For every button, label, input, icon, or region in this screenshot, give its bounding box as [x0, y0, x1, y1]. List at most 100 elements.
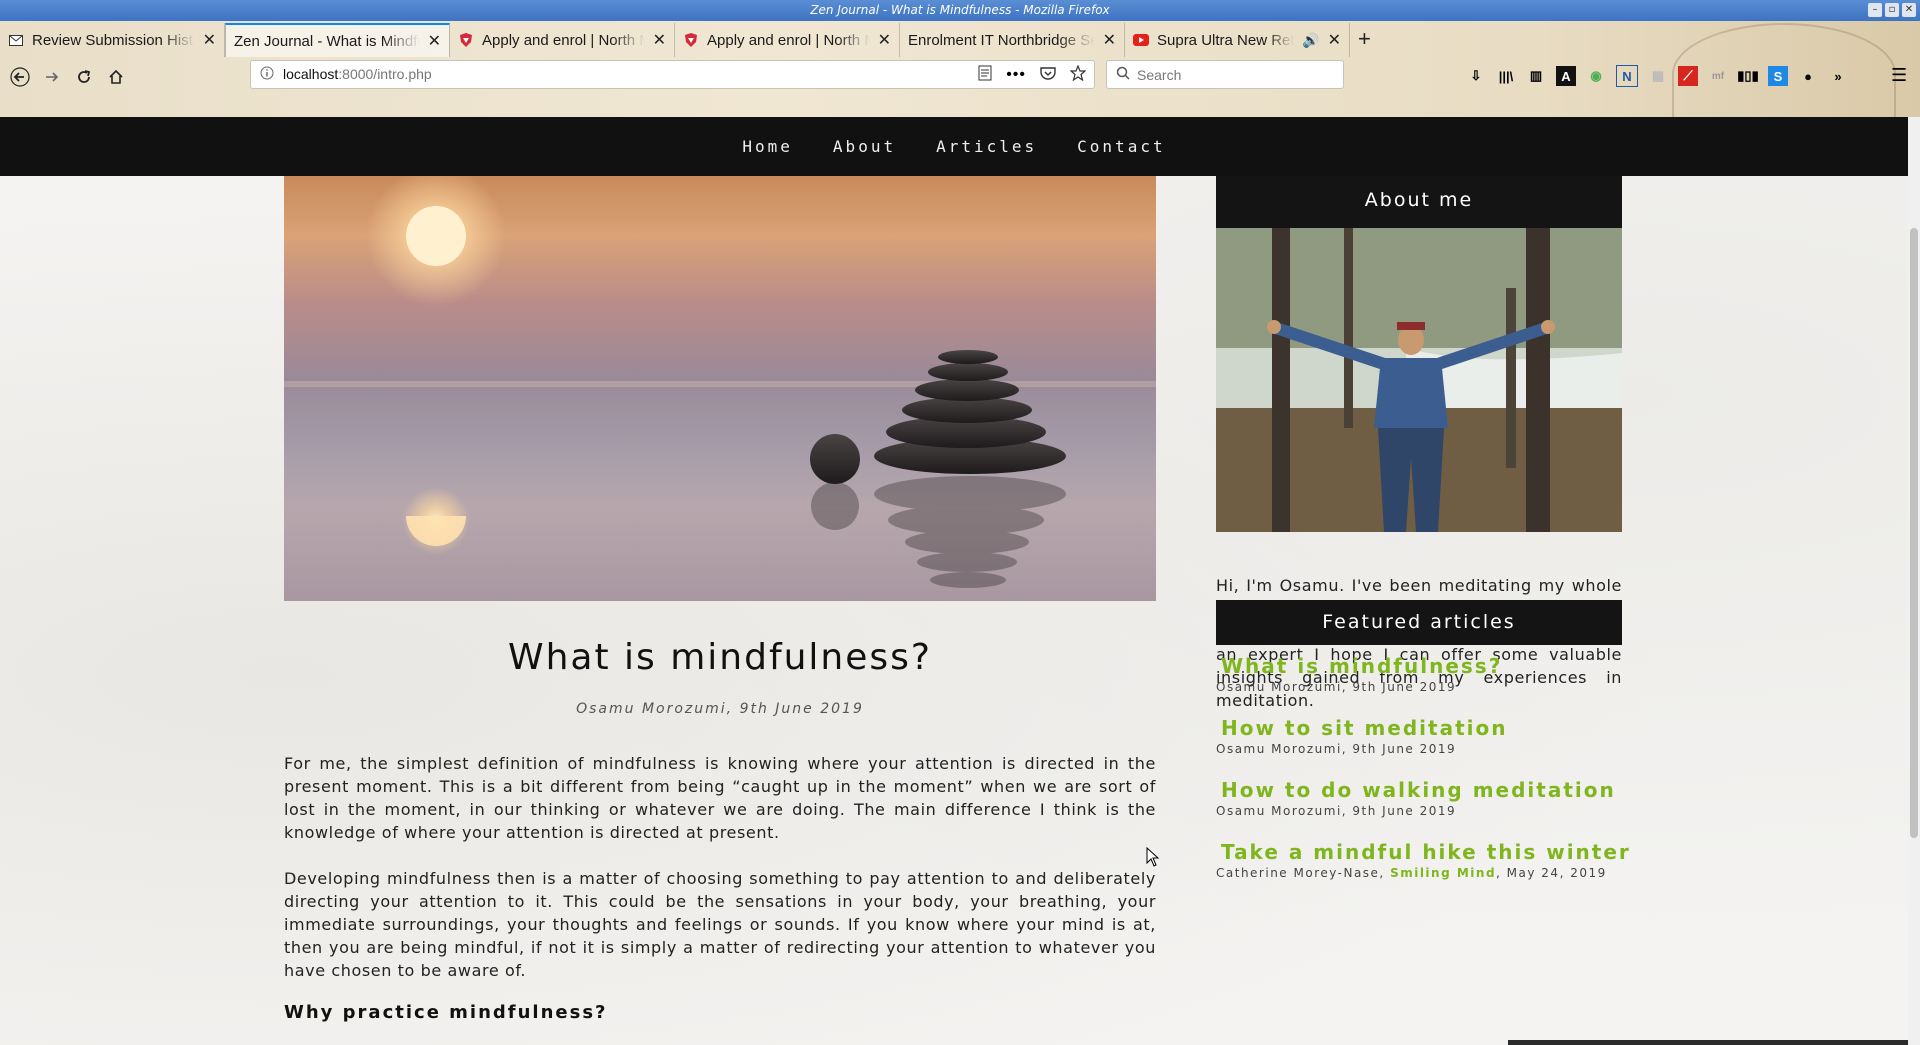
tab-label: Apply and enrol | North M	[482, 31, 645, 49]
featured-article-item: How to do walking meditation Osamu Moroz…	[1216, 778, 1636, 818]
bookmark-star-icon[interactable]	[1069, 64, 1087, 84]
tab-supra-ultra[interactable]: Supra Ultra New Retro 🔊 ✕	[1125, 23, 1350, 57]
scrollbar-thumb[interactable]	[1910, 228, 1918, 838]
tab-review-submission[interactable]: Review Submission Hist ✕	[0, 23, 225, 57]
search-placeholder: Search	[1137, 67, 1182, 83]
red-extension-icon[interactable]: ⟋	[1678, 66, 1698, 86]
close-tab-icon[interactable]: ✕	[1103, 30, 1116, 50]
nav-articles[interactable]: Articles	[936, 137, 1037, 156]
downloads-icon[interactable]: ⇩	[1466, 66, 1486, 86]
reader-view-icon[interactable]	[978, 65, 992, 84]
meta-author: Catherine Morey-Nase,	[1216, 866, 1391, 880]
forward-button[interactable]	[38, 63, 66, 91]
library-icon[interactable]: |||\	[1496, 66, 1516, 86]
horizontal-scroll-indicator	[1508, 1040, 1908, 1045]
hero-image-zen-stones	[284, 176, 1156, 601]
tab-apply-enrol-1[interactable]: Apply and enrol | North M ✕	[450, 23, 675, 57]
featured-article-link[interactable]: Take a mindful hike this winter	[1216, 840, 1636, 864]
mail-icon	[8, 32, 24, 48]
s-extension-icon[interactable]: S	[1768, 66, 1788, 86]
grid-extension-icon[interactable]: ▦	[1648, 66, 1668, 86]
meta-source-link[interactable]: Smiling Mind	[1390, 866, 1496, 880]
author-photo	[1216, 228, 1622, 532]
search-bar[interactable]: Search	[1106, 60, 1344, 89]
close-tab-icon[interactable]: ✕	[1328, 30, 1341, 50]
article-title: What is mindfulness?	[507, 637, 933, 678]
search-icon	[1116, 66, 1130, 83]
reload-button[interactable]	[70, 63, 98, 91]
back-button[interactable]	[6, 63, 34, 91]
reload-icon	[78, 70, 91, 83]
shield-icon	[458, 32, 474, 48]
mouse-cursor-icon	[1146, 847, 1160, 867]
close-tab-icon[interactable]: ✕	[878, 30, 891, 50]
article-byline: Osamu Morozumi, 9th June 2019	[576, 701, 864, 717]
featured-article-item: What is mindfulness? Osamu Morozumi, 9th…	[1216, 654, 1636, 694]
featured-article-meta: Osamu Morozumi, 9th June 2019	[1216, 742, 1457, 756]
tab-enrolment-it[interactable]: Enrolment IT Northbridge Se ✕	[900, 23, 1125, 57]
tab-label: Zen Journal - What is Mindfu	[234, 32, 420, 50]
meta-date: , May 24, 2019	[1496, 866, 1607, 880]
featured-article-item: How to sit meditation Osamu Morozumi, 9t…	[1216, 716, 1636, 756]
youtube-icon	[1133, 32, 1149, 48]
tab-apply-enrol-2[interactable]: Apply and enrol | North M ✕	[675, 23, 900, 57]
article-paragraph-1: For me, the simplest definition of mindf…	[284, 754, 1156, 842]
featured-article-meta: Osamu Morozumi, 9th June 2019	[1216, 804, 1457, 818]
barcode-extension-icon[interactable]: ▮▯▮	[1737, 66, 1758, 86]
nav-home[interactable]: Home	[742, 137, 793, 156]
tab-strip: Review Submission Hist ✕ Zen Journal - W…	[0, 21, 1920, 57]
featured-article-link[interactable]: How to do walking meditation	[1216, 778, 1636, 802]
sidebar-icon[interactable]: ▥	[1526, 66, 1546, 86]
info-icon[interactable]	[260, 66, 274, 83]
tab-label: Enrolment IT Northbridge Se	[908, 31, 1095, 49]
page-viewport: Home About Articles Contact What is mind…	[0, 117, 1908, 1045]
font-extension-icon[interactable]: A	[1556, 66, 1576, 86]
window-title: Zen Journal - What is Mindfulness - Mozi…	[810, 3, 1110, 17]
close-window-button[interactable]: ✕	[1902, 3, 1916, 17]
article-paragraph-2: Developing mindfulness then is a matter …	[284, 869, 1156, 980]
tab-label: Supra Ultra New Retro	[1157, 31, 1295, 49]
hamburger-menu-icon[interactable]: ☰	[1891, 65, 1907, 86]
new-tab-button[interactable]: +	[1358, 26, 1371, 52]
featured-article-item: Take a mindful hike this winter Catherin…	[1216, 840, 1636, 880]
restore-button[interactable]: ▫	[1885, 3, 1899, 17]
url-host: localhost	[283, 66, 339, 82]
n-extension-icon[interactable]: N	[1616, 65, 1638, 87]
nav-contact[interactable]: Contact	[1077, 137, 1165, 156]
account-icon[interactable]: ●	[1798, 66, 1818, 86]
tab-zen-journal[interactable]: Zen Journal - What is Mindfu ✕	[225, 23, 450, 57]
article-subheading: Why practice mindfulness?	[284, 1002, 608, 1023]
nav-about[interactable]: About	[833, 137, 896, 156]
shield-icon	[683, 32, 699, 48]
featured-article-meta: Osamu Morozumi, 9th June 2019	[1216, 680, 1457, 694]
close-tab-icon[interactable]: ✕	[653, 30, 666, 50]
url-text: localhost:8000/intro.php	[283, 66, 432, 82]
mf-extension-icon[interactable]: mf	[1708, 66, 1728, 86]
extension-icons: ⇩ |||\ ▥ A ◉ N ▦ ⟋ mf ▮▯▮ S ● »	[1466, 65, 1848, 87]
featured-articles-heading: Featured articles	[1216, 600, 1622, 645]
home-button[interactable]	[102, 63, 130, 91]
minimize-button[interactable]: –	[1868, 3, 1882, 17]
browser-chrome: Review Submission Hist ✕ Zen Journal - W…	[0, 21, 1920, 125]
featured-article-meta: Catherine Morey-Nase, Smiling Mind, May …	[1216, 866, 1636, 880]
url-path: :8000/intro.php	[338, 66, 432, 82]
speaker-icon[interactable]: 🔊	[1302, 32, 1319, 49]
about-me-heading: About me	[1216, 176, 1622, 228]
tab-label: Review Submission Hist	[32, 31, 193, 49]
forward-arrow-icon	[46, 72, 59, 82]
home-icon	[109, 69, 123, 84]
close-tab-icon[interactable]: ✕	[203, 30, 216, 50]
chrome-style-extension-icon[interactable]: ◉	[1586, 66, 1606, 86]
page-actions-icon[interactable]: •••	[1006, 66, 1026, 84]
nav-toolbar: localhost:8000/intro.php ••• Search ⇩ ||…	[0, 57, 1920, 97]
close-tab-icon[interactable]: ✕	[428, 31, 441, 51]
back-arrow-icon	[10, 67, 30, 87]
tab-label: Apply and enrol | North M	[707, 31, 870, 49]
url-bar[interactable]: localhost:8000/intro.php •••	[250, 60, 1095, 89]
site-nav: Home About Articles Contact	[0, 117, 1908, 176]
featured-article-link[interactable]: How to sit meditation	[1216, 716, 1636, 740]
featured-article-link[interactable]: What is mindfulness?	[1216, 654, 1636, 678]
window-titlebar: Zen Journal - What is Mindfulness - Mozi…	[0, 0, 1920, 21]
overflow-chevron-icon[interactable]: »	[1828, 66, 1848, 86]
pocket-icon[interactable]	[1040, 66, 1056, 83]
